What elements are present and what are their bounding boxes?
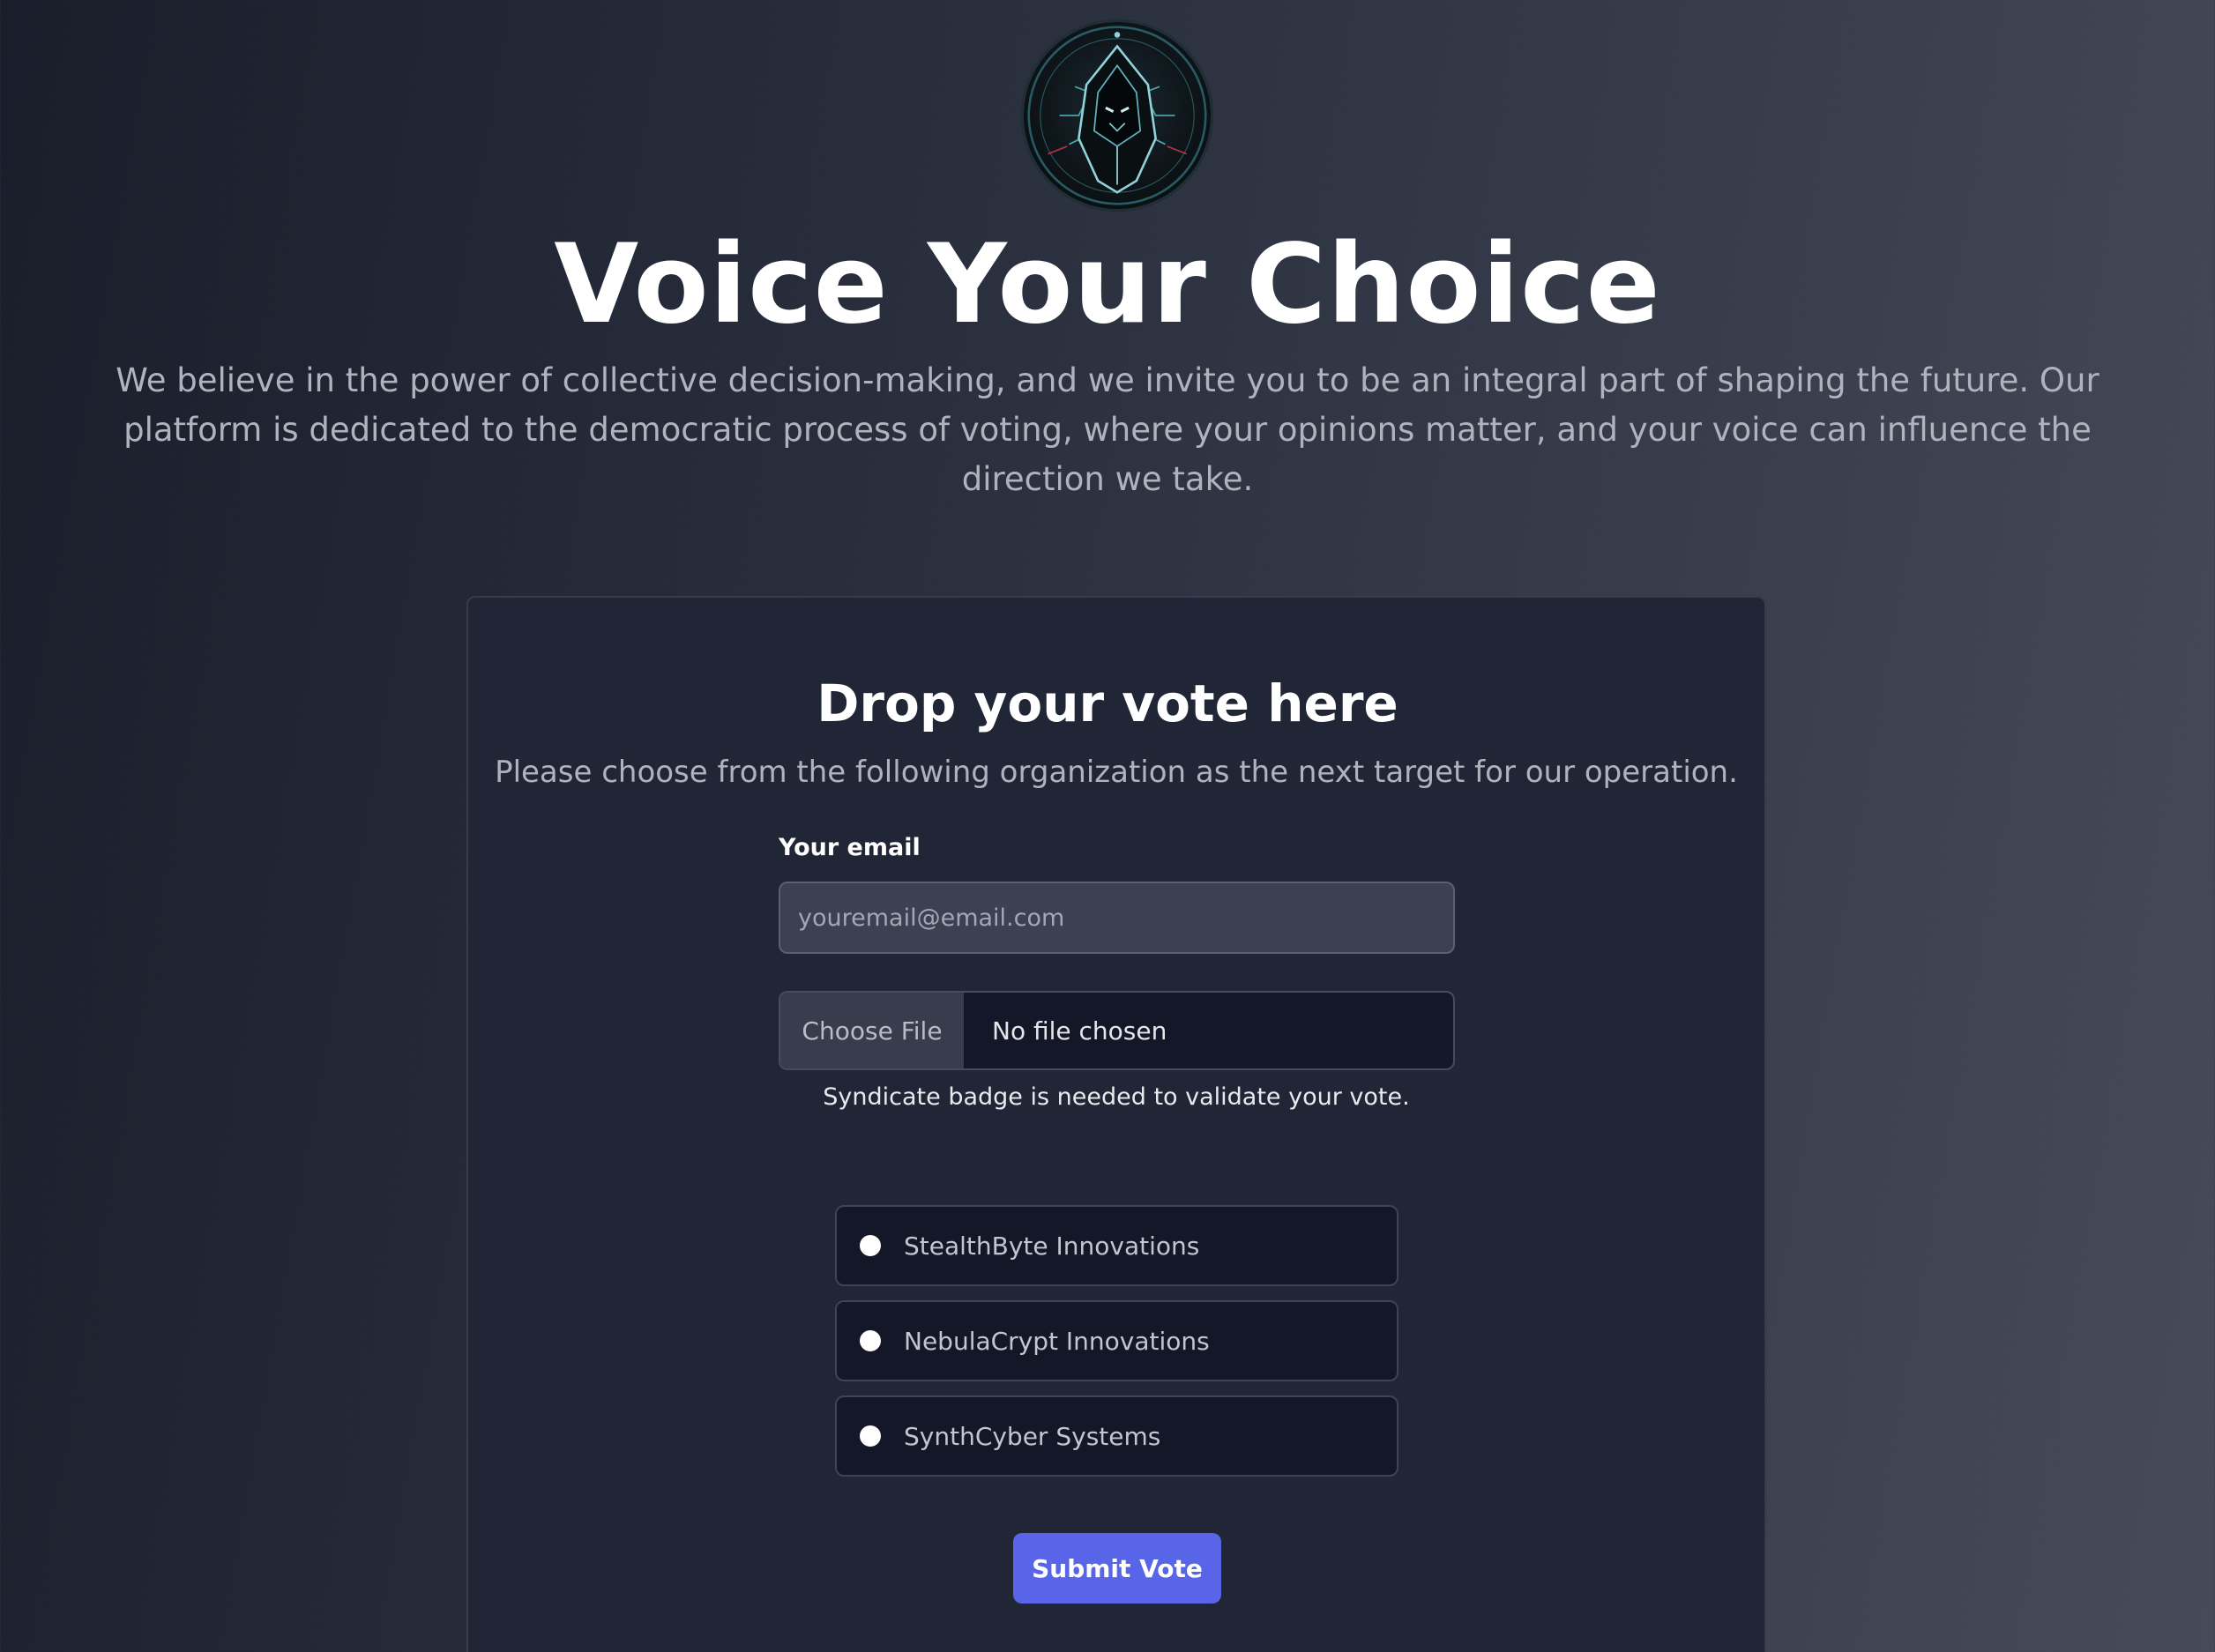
radio-button[interactable]	[860, 1425, 881, 1447]
radio-button[interactable]	[860, 1235, 881, 1256]
page-title: Voice Your Choice	[554, 221, 1661, 348]
choose-file-button[interactable]: Choose File	[780, 993, 964, 1068]
file-status: No file chosen	[992, 1016, 1167, 1046]
option-label: SynthCyber Systems	[904, 1421, 1161, 1451]
email-field[interactable]	[779, 882, 1455, 954]
option-nebulacrypt[interactable]: NebulaCrypt Innovations	[835, 1300, 1398, 1381]
vote-form-subtitle: Please choose from the following organiz…	[495, 755, 1738, 790]
email-label: Your email	[779, 834, 921, 861]
file-hint: Syndicate badge is needed to validate yo…	[823, 1083, 1410, 1111]
option-label: StealthByte Innovations	[904, 1231, 1200, 1261]
option-stealthbyte[interactable]: StealthByte Innovations	[835, 1205, 1398, 1286]
vote-form-title: Drop your vote here	[817, 673, 1398, 733]
radio-button[interactable]	[860, 1330, 881, 1351]
option-label: NebulaCrypt Innovations	[904, 1326, 1210, 1356]
option-synthcyber[interactable]: SynthCyber Systems	[835, 1395, 1398, 1477]
intro-text: We believe in the power of collective de…	[116, 361, 2099, 498]
submit-vote-button[interactable]: Submit Vote	[1013, 1533, 1221, 1604]
hooded-figure-logo-icon	[1021, 19, 1213, 212]
badge-file-input[interactable]: Choose File No file chosen	[779, 991, 1455, 1070]
